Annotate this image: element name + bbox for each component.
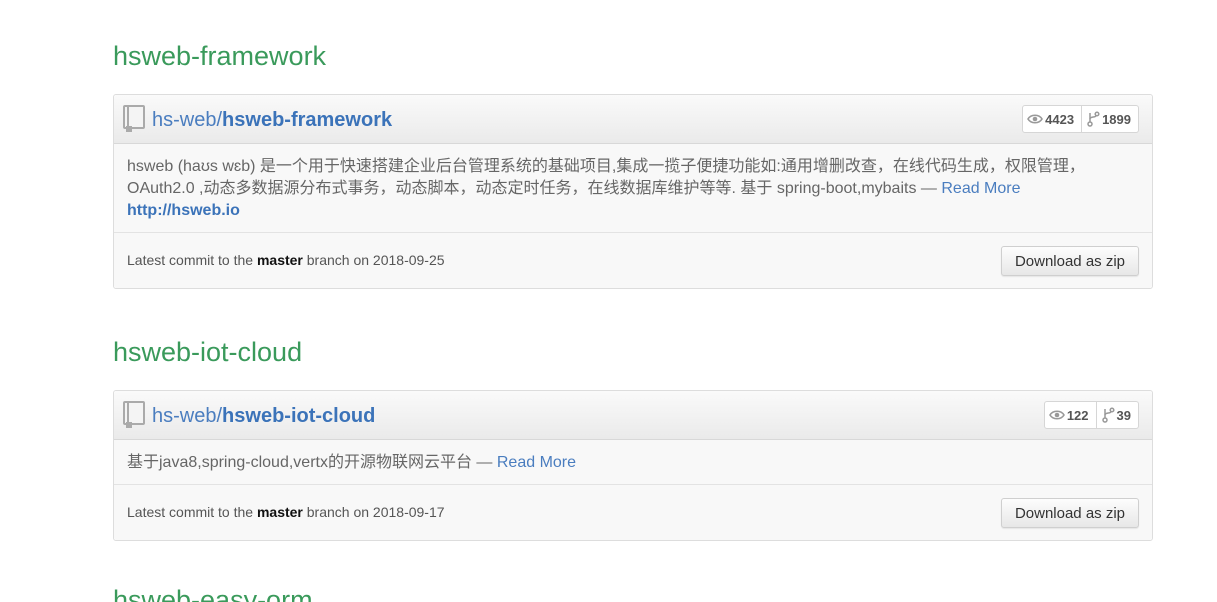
watchers-value: 4423 [1045,111,1075,127]
repo-card-footer: Latest commit to the master branch on 20… [114,233,1152,288]
read-more-link[interactable]: Read More [497,454,576,471]
repo-counts: 122 39 [1043,401,1139,429]
repo-counts: 4423 1899 [1022,105,1139,133]
forks-value: 1899 [1102,111,1131,127]
watchers-count[interactable]: 122 [1043,401,1097,429]
commit-prefix: Latest commit to the [127,504,254,520]
repo-name-link[interactable]: hsweb-framework [222,109,392,131]
forks-value: 39 [1116,407,1131,423]
latest-commit-text: Latest commit to the master branch on 20… [127,504,445,520]
repo-section-hsweb-iot-cloud: hsweb-iot-cloud hs-web/hsweb-iot-cloud 1… [113,336,1153,546]
repo-title: hs-web/hsweb-iot-cloud [152,404,375,428]
section-title: hsweb-framework [113,41,327,71]
repo-card: hs-web/hsweb-framework 4423 1899 hsweb (… [113,94,1153,289]
eye-icon [1027,114,1044,124]
repo-card-header: hs-web/hsweb-framework 4423 1899 [114,95,1152,144]
homepage-link[interactable]: http://hsweb.io [127,200,1139,222]
forks-count[interactable]: 39 [1096,401,1139,429]
repo-owner-link[interactable]: hs-web [152,109,216,131]
repo-owner-link[interactable]: hs-web [152,405,216,427]
description-text: 基于java8,spring-cloud,vertx的开源物联网云平台 — [127,454,493,471]
repo-name-link[interactable]: hsweb-iot-cloud [222,405,375,427]
section-title: hsweb-easy-orm [113,585,313,602]
read-more-link[interactable]: Read More [941,180,1020,197]
repo-description: 基于java8,spring-cloud,vertx的开源物联网云平台 — Re… [114,440,1152,485]
repo-description: hsweb (haʊs wɛb) 是一个用于快速搭建企业后台管理系统的基础项目,… [114,144,1152,233]
repo-card-header: hs-web/hsweb-iot-cloud 122 39 [114,391,1152,440]
watchers-value: 122 [1066,407,1089,423]
commit-suffix: branch on 2018-09-25 [306,252,445,268]
commit-prefix: Latest commit to the [127,252,254,268]
branch-name: master [256,504,303,520]
repo-card-footer: Latest commit to the master branch on 20… [114,485,1152,540]
branch-name: master [256,252,303,268]
download-zip-button[interactable]: Download as zip [1000,498,1139,528]
repo-book-icon [123,105,145,133]
page: hsweb-framework hs-web/hsweb-framework 4… [0,0,1217,602]
download-zip-button[interactable]: Download as zip [1000,246,1139,276]
repo-section-hsweb-easy-orm: hsweb-easy-orm [113,584,1153,602]
section-title: hsweb-iot-cloud [113,337,303,367]
eye-icon [1048,410,1065,420]
repo-title: hs-web/hsweb-framework [152,108,392,132]
latest-commit-text: Latest commit to the master branch on 20… [127,252,445,268]
fork-icon [1101,407,1115,423]
commit-suffix: branch on 2018-09-17 [306,504,445,520]
fork-icon [1087,111,1100,127]
watchers-count[interactable]: 4423 [1022,105,1083,133]
forks-count[interactable]: 1899 [1082,105,1139,133]
repo-book-icon [123,401,145,429]
repo-section-hsweb-framework: hsweb-framework hs-web/hsweb-framework 4… [113,40,1153,295]
repo-card: hs-web/hsweb-iot-cloud 122 39 基于java8,sp… [113,390,1153,541]
